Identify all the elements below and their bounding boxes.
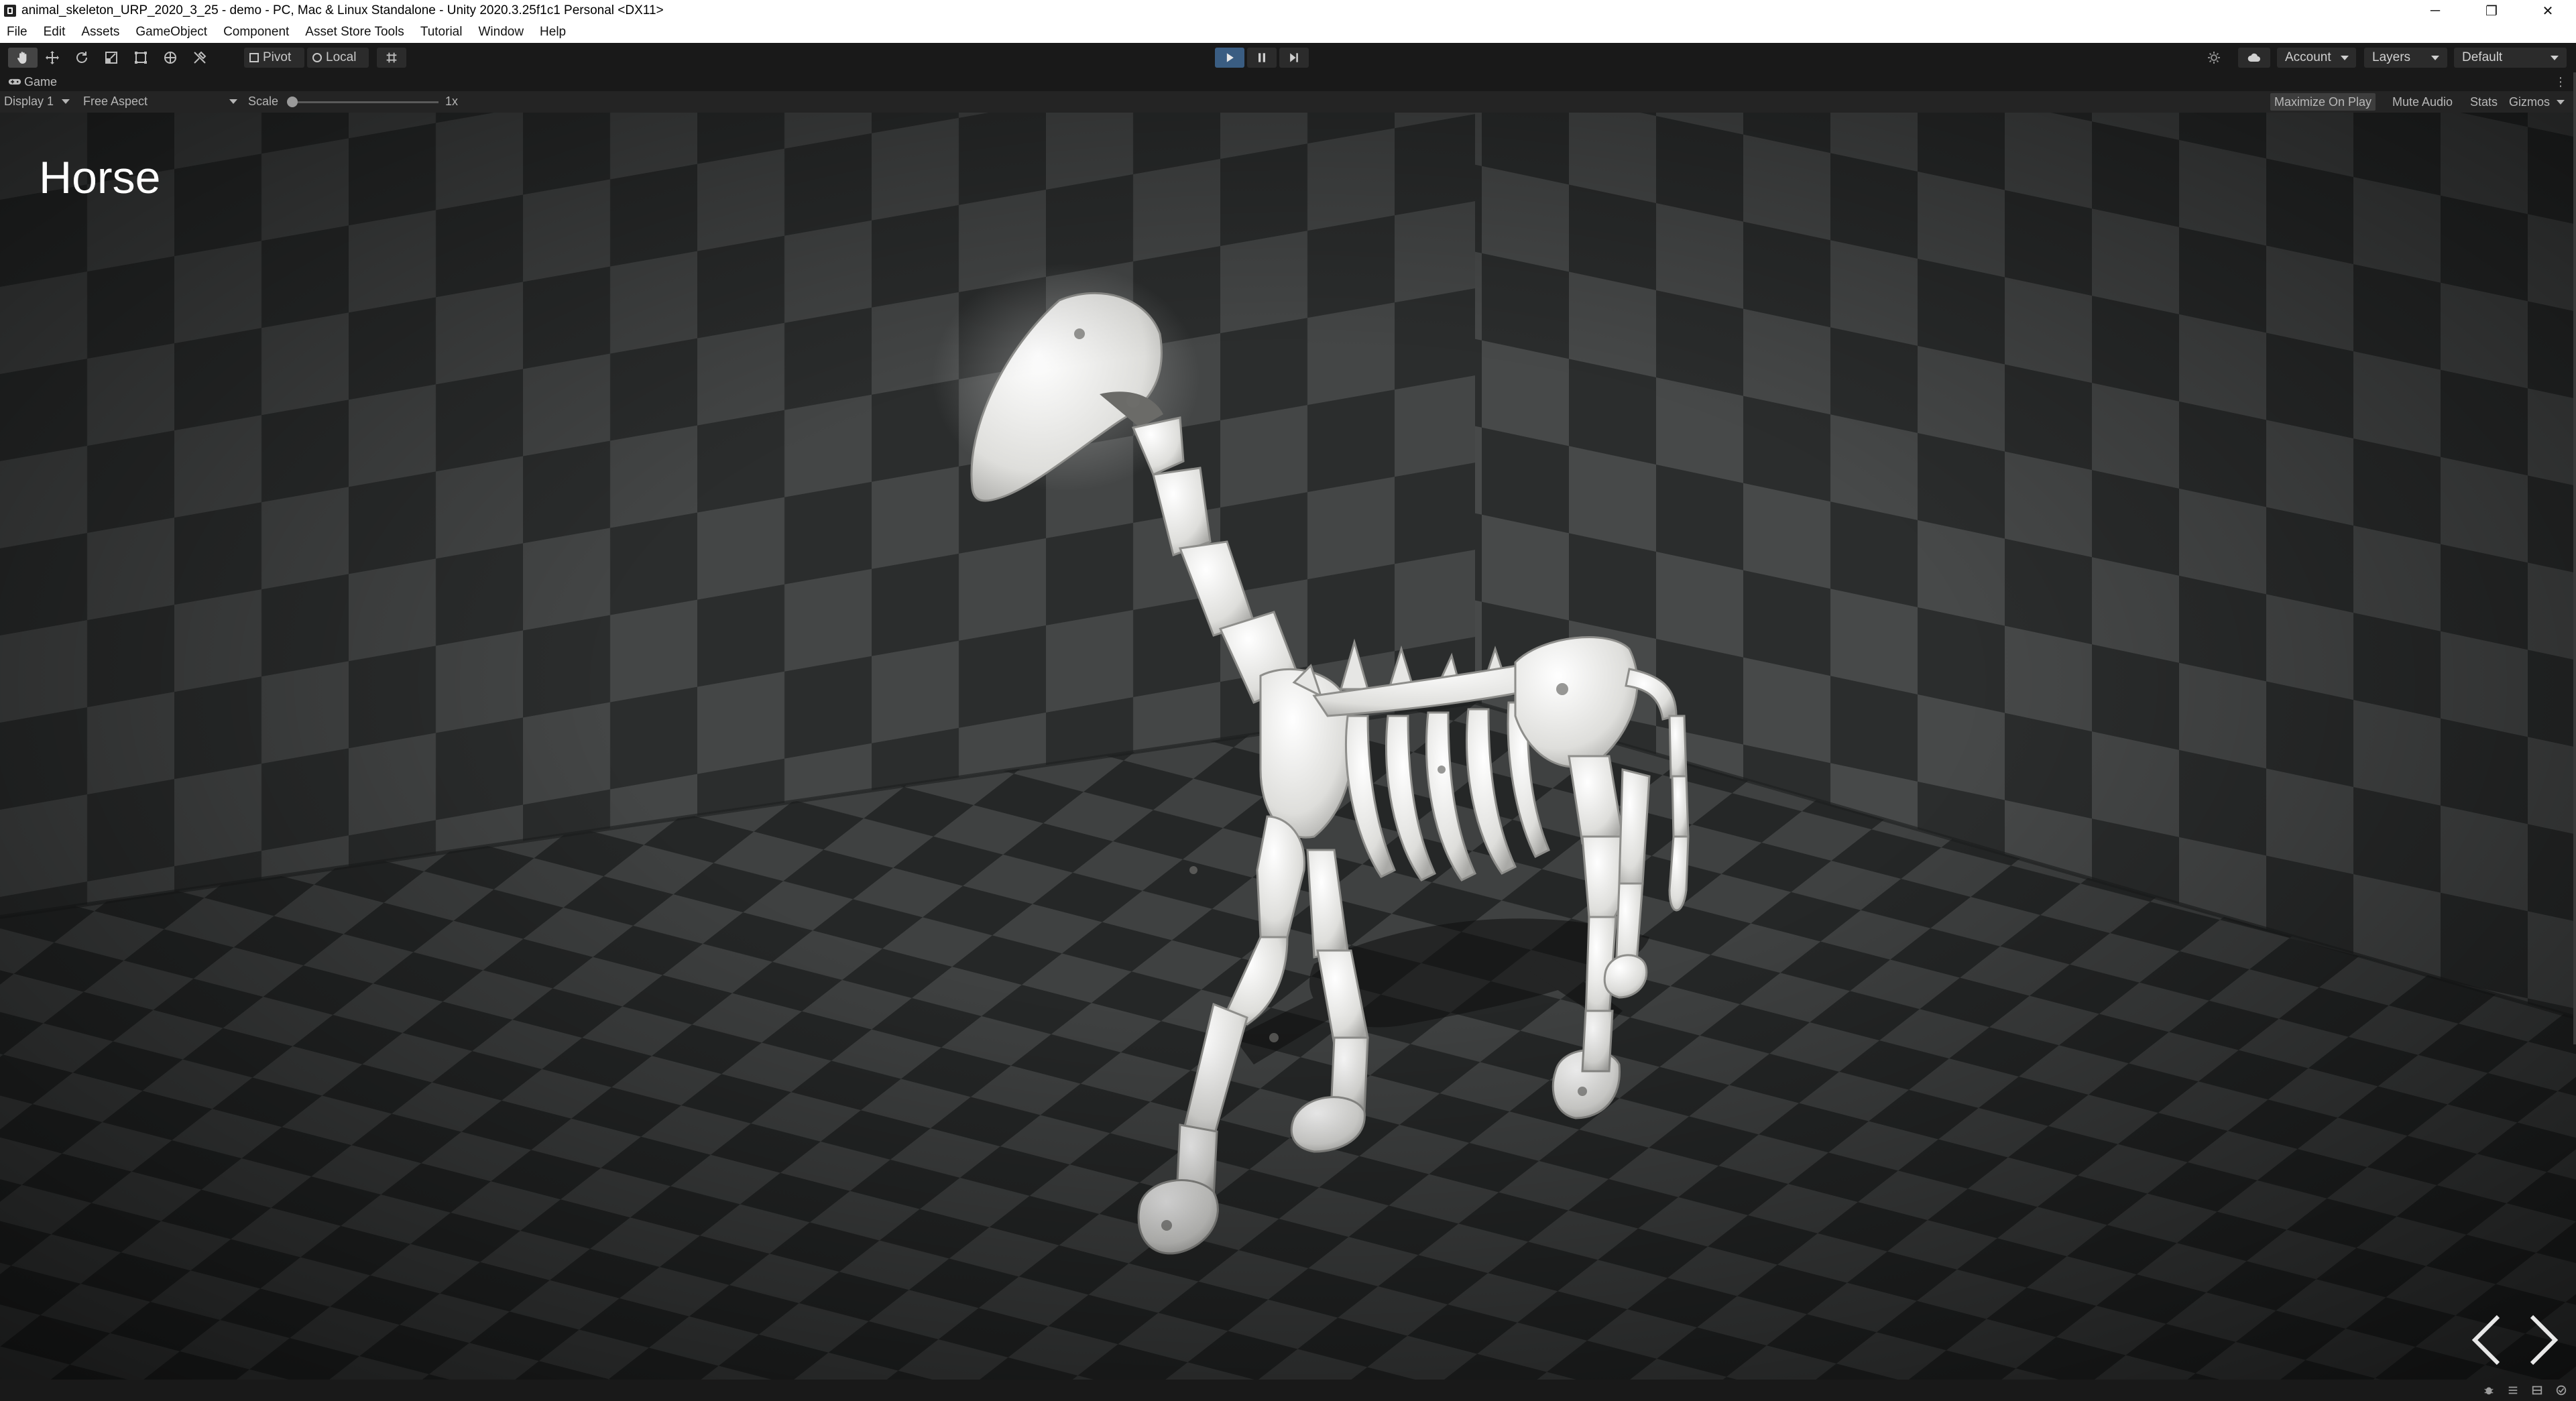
scale-label: Scale [248,95,279,108]
scale-icon [105,52,117,64]
rotate-tool-button[interactable] [67,48,97,68]
menu-gameobject[interactable]: GameObject [127,25,215,40]
account-dropdown[interactable]: Account [2277,48,2356,68]
custom-tool-icon [194,51,207,64]
animal-title: Horse [39,152,161,203]
scene-render [0,113,2576,1380]
layers-dropdown[interactable]: Layers [2364,48,2447,68]
display-label: Display 1 [4,95,54,108]
menu-file[interactable]: File [0,25,36,40]
chevron-down-icon [229,99,237,104]
cache-server-icon[interactable] [2530,1384,2544,1397]
menu-help[interactable]: Help [532,25,574,40]
step-button[interactable] [1279,48,1309,68]
hand-icon [17,52,27,64]
transform-tools [8,48,215,68]
chevron-right-icon[interactable] [2518,1310,2565,1370]
local-icon [312,53,322,62]
move-icon [46,51,59,64]
gizmos-label: Gizmos [2509,95,2551,109]
progress-icon[interactable] [2506,1384,2520,1397]
pause-icon [1258,53,1265,62]
scale-slider-handle[interactable] [287,97,298,107]
cloud-button[interactable] [2238,48,2270,68]
rect-tool-icon [135,52,147,64]
play-button[interactable] [1215,48,1244,68]
tab-game-label: Game [24,74,58,88]
chevron-down-icon [2551,55,2559,60]
aspect-label: Free Aspect [83,95,148,108]
pivot-label: Pivot [263,50,292,64]
chevron-down-icon [2340,55,2349,60]
menu-tutorial[interactable]: Tutorial [412,25,471,40]
layout-label: Default [2462,50,2503,64]
play-icon [1226,53,1234,62]
close-button[interactable]: ✕ [2520,0,2576,21]
window-controls: ─ ❐ ✕ [2407,0,2576,21]
menu-edit[interactable]: Edit [36,25,74,40]
transform-tool-button[interactable] [156,48,185,68]
bug-icon[interactable] [2482,1384,2496,1397]
custom-tool-button[interactable] [185,48,215,68]
game-view-controls: Display 1 Free Aspect Scale 1x Maximize … [0,91,2576,113]
playmode-controls [1215,48,1309,68]
restore-button[interactable]: ❐ [2463,0,2520,21]
pivot-toggle[interactable]: Pivot [244,48,304,68]
display-dropdown[interactable]: Display 1 [4,95,70,109]
layers-label: Layers [2372,50,2411,64]
scale-slider-track[interactable] [290,101,438,103]
stats-toggle[interactable]: Stats [2466,93,2502,111]
menu-window[interactable]: Window [470,25,532,40]
grid-snap-icon [386,52,397,63]
vignette-overlay [0,113,2576,1380]
window-title-bar: animal_skeleton_URP_2020_3_25 - demo - P… [0,0,2576,21]
pause-button[interactable] [1247,48,1277,68]
maximize-on-play-toggle[interactable]: Maximize On Play [2270,93,2376,111]
status-bar [0,1380,2576,1401]
window-right-edge [2573,72,2576,1044]
local-toggle[interactable]: Local [307,48,369,68]
hand-tool-button[interactable] [8,48,38,68]
menu-assets[interactable]: Assets [73,25,127,40]
rect-tool-button[interactable] [126,48,156,68]
status-icons [2482,1384,2568,1397]
menu-component[interactable]: Component [215,25,297,40]
scale-tool-button[interactable] [97,48,126,68]
gizmos-toggle[interactable]: Gizmos [2505,93,2569,111]
grid-snap-button[interactable] [377,48,406,68]
pivot-icon [249,53,259,62]
main-toolbar: Pivot Local Account Layers Default [0,43,2576,72]
chevron-down-icon [2557,99,2565,105]
layout-dropdown[interactable]: Default [2454,48,2567,68]
services-button[interactable] [2199,48,2229,68]
window-title: animal_skeleton_URP_2020_3_25 - demo - P… [21,3,664,17]
rotate-icon [76,52,87,63]
scale-value: 1x [445,95,459,108]
game-viewport[interactable]: Horse [0,113,2576,1380]
auto-generate-lighting-icon[interactable] [2555,1384,2568,1397]
step-icon [1290,53,1298,62]
gear-icon [2208,52,2220,64]
mute-audio-toggle[interactable]: Mute Audio [2388,93,2457,111]
unity-app-icon [4,5,16,17]
tab-menu-button[interactable]: ⋮ [2555,75,2567,89]
account-label: Account [2285,50,2331,64]
minimize-button[interactable]: ─ [2407,0,2463,21]
chevron-down-icon [2431,55,2439,60]
cloud-icon [2247,53,2260,62]
menu-asset-store-tools[interactable]: Asset Store Tools [297,25,412,40]
unity-editor-window: animal_skeleton_URP_2020_3_25 - demo - P… [0,0,2576,1401]
tab-game[interactable]: Game [8,75,57,89]
aspect-dropdown[interactable]: Free Aspect [83,95,237,109]
chevron-down-icon [62,99,70,104]
local-label: Local [326,50,357,64]
chevron-left-icon[interactable] [2465,1310,2512,1370]
transform-icon [164,52,176,64]
game-tab-strip: Game ⋮ [0,72,2576,91]
move-tool-button[interactable] [38,48,67,68]
gamepad-icon [8,78,21,85]
menu-bar: File Edit Assets GameObject Component As… [0,21,2576,43]
